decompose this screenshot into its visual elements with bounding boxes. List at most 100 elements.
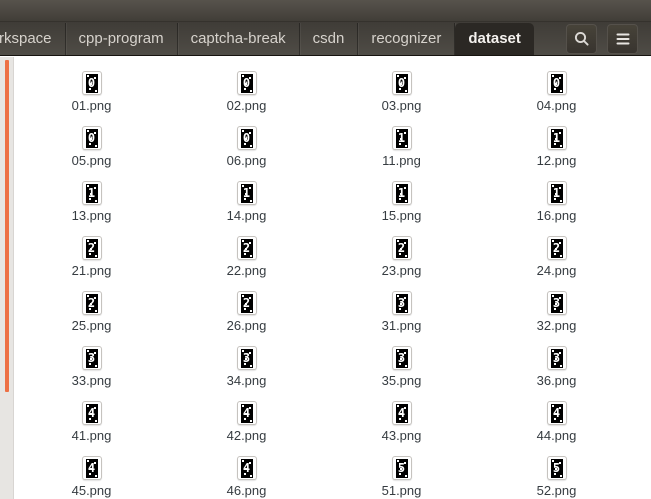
file-name-label: 46.png bbox=[226, 483, 267, 498]
file-item[interactable]: 3 34.png bbox=[169, 346, 324, 401]
file-thumbnail: 1 bbox=[236, 181, 257, 205]
file-item[interactable]: 0 05.png bbox=[14, 126, 169, 181]
file-name-label: 36.png bbox=[536, 373, 577, 388]
captcha-digit: 5 bbox=[397, 461, 406, 475]
titlebar-strip bbox=[0, 0, 651, 22]
file-name-label: 25.png bbox=[71, 318, 112, 333]
file-item[interactable]: 4 42.png bbox=[169, 401, 324, 456]
breadcrumb-item-csdn[interactable]: csdn bbox=[300, 22, 359, 55]
path-bar: rkspace cpp-program captcha-break csdn recog… bbox=[0, 22, 534, 55]
captcha-digit: 0 bbox=[87, 131, 96, 145]
file-item[interactable]: 2 21.png bbox=[14, 236, 169, 291]
file-item[interactable]: 0 01.png bbox=[14, 71, 169, 126]
file-item[interactable]: 4 41.png bbox=[14, 401, 169, 456]
captcha-digit: 4 bbox=[242, 461, 251, 475]
file-item[interactable]: 4 44.png bbox=[479, 401, 634, 456]
file-item[interactable]: 0 04.png bbox=[479, 71, 634, 126]
file-name-label: 33.png bbox=[71, 373, 112, 388]
captcha-digit: 3 bbox=[242, 351, 251, 365]
menu-button[interactable] bbox=[607, 23, 638, 54]
file-name-label: 34.png bbox=[226, 373, 267, 388]
captcha-digit: 0 bbox=[87, 76, 96, 90]
captcha-digit-image: 0 bbox=[240, 128, 253, 148]
captcha-digit: 3 bbox=[87, 351, 96, 365]
captcha-digit: 1 bbox=[397, 186, 406, 200]
file-item[interactable]: 1 15.png bbox=[324, 181, 479, 236]
file-item[interactable]: 3 36.png bbox=[479, 346, 634, 401]
file-thumbnail: 4 bbox=[236, 456, 257, 480]
breadcrumb-item-recognizer[interactable]: recognizer bbox=[358, 22, 456, 55]
captcha-digit-image: 4 bbox=[85, 458, 98, 478]
file-browser-content: 0 01.png 0 02.png 0 03.png 0 0 4.png 0 05… bbox=[0, 57, 651, 499]
file-item[interactable]: 4 45.png bbox=[14, 456, 169, 499]
breadcrumb-item-rkspace[interactable]: rkspace bbox=[0, 22, 66, 55]
captcha-digit: 1 bbox=[552, 131, 561, 145]
file-name-label: 41.png bbox=[71, 428, 112, 443]
file-item[interactable]: 0 02.png bbox=[169, 71, 324, 126]
captcha-digit: 0 bbox=[242, 76, 251, 90]
file-item[interactable]: 4 43.png bbox=[324, 401, 479, 456]
file-item[interactable]: 2 23.png bbox=[324, 236, 479, 291]
file-thumbnail: 2 bbox=[236, 236, 257, 260]
file-thumbnail: 5 bbox=[391, 456, 412, 480]
left-scrollbar-track[interactable] bbox=[0, 57, 14, 499]
file-name-label: 43.png bbox=[381, 428, 422, 443]
file-item[interactable]: 5 52.png bbox=[479, 456, 634, 499]
file-thumbnail: 4 bbox=[236, 401, 257, 425]
captcha-digit-image: 2 bbox=[550, 238, 563, 258]
file-thumbnail: 1 bbox=[81, 181, 102, 205]
file-thumbnail: 1 bbox=[391, 126, 412, 150]
toolbar: rkspace cpp-program captcha-break csdn recog… bbox=[0, 22, 651, 56]
file-name-label: 24.png bbox=[536, 263, 577, 278]
scrollbar-thumb[interactable] bbox=[5, 60, 9, 392]
captcha-digit-image: 2 bbox=[395, 238, 408, 258]
captcha-digit-image: 0 bbox=[85, 73, 98, 93]
breadcrumb-item-dataset[interactable]: dataset bbox=[455, 22, 534, 55]
captcha-digit: 3 bbox=[552, 351, 561, 365]
captcha-digit: 2 bbox=[397, 241, 406, 255]
captcha-digit: 2 bbox=[87, 241, 96, 255]
file-item[interactable]: 4 46.png bbox=[169, 456, 324, 499]
file-item[interactable]: 2 22.png bbox=[169, 236, 324, 291]
file-name-label: 42.png bbox=[226, 428, 267, 443]
file-item[interactable]: 0 03.png bbox=[324, 71, 479, 126]
file-item[interactable]: 1 13.png bbox=[14, 181, 169, 236]
file-item[interactable]: 1 11.png bbox=[324, 126, 479, 181]
file-name-label: 45.png bbox=[71, 483, 112, 498]
search-button[interactable] bbox=[566, 23, 597, 54]
captcha-digit-image: 3 bbox=[550, 293, 563, 313]
captcha-digit: 4 bbox=[397, 406, 406, 420]
file-item[interactable]: 1 16.png bbox=[479, 181, 634, 236]
captcha-digit-image: 4 bbox=[395, 403, 408, 423]
file-thumbnail: 2 bbox=[391, 236, 412, 260]
file-thumbnail: 0 bbox=[236, 126, 257, 150]
file-item[interactable]: 2 26.png bbox=[169, 291, 324, 346]
captcha-digit-image: 0 bbox=[550, 73, 563, 93]
captcha-digit-image: 3 bbox=[240, 348, 253, 368]
file-item[interactable]: 1 14.png bbox=[169, 181, 324, 236]
file-name-label: 32.png bbox=[536, 318, 577, 333]
file-item[interactable]: 0 06.png bbox=[169, 126, 324, 181]
file-thumbnail: 1 bbox=[546, 181, 567, 205]
file-item[interactable]: 1 12.png bbox=[479, 126, 634, 181]
captcha-digit-image: 4 bbox=[240, 403, 253, 423]
breadcrumb-item-captcha-break[interactable]: captcha-break bbox=[178, 22, 300, 55]
file-item[interactable]: 3 31.png bbox=[324, 291, 479, 346]
breadcrumb-item-cpp-program[interactable]: cpp-program bbox=[66, 22, 178, 55]
captcha-digit: 2 bbox=[242, 296, 251, 310]
file-item[interactable]: 5 51.png bbox=[324, 456, 479, 499]
file-name-label: 16.png bbox=[536, 208, 577, 223]
file-grid: 0 01.png 0 02.png 0 03.png 0 0 4.png 0 05… bbox=[14, 57, 651, 499]
file-item[interactable]: 2 25.png bbox=[14, 291, 169, 346]
captcha-digit: 0 bbox=[397, 76, 406, 90]
file-name-label: 12.png bbox=[536, 153, 577, 168]
file-item[interactable]: 2 24.png bbox=[479, 236, 634, 291]
file-name-label: 22.png bbox=[226, 263, 267, 278]
file-item[interactable]: 3 33.png bbox=[14, 346, 169, 401]
file-thumbnail: 0 bbox=[81, 71, 102, 95]
file-item[interactable]: 3 32.png bbox=[479, 291, 634, 346]
file-thumbnail: 3 bbox=[391, 291, 412, 315]
file-thumbnail: 3 bbox=[546, 346, 567, 370]
file-item[interactable]: 3 35.png bbox=[324, 346, 479, 401]
file-name-label: 52.png bbox=[536, 483, 577, 498]
